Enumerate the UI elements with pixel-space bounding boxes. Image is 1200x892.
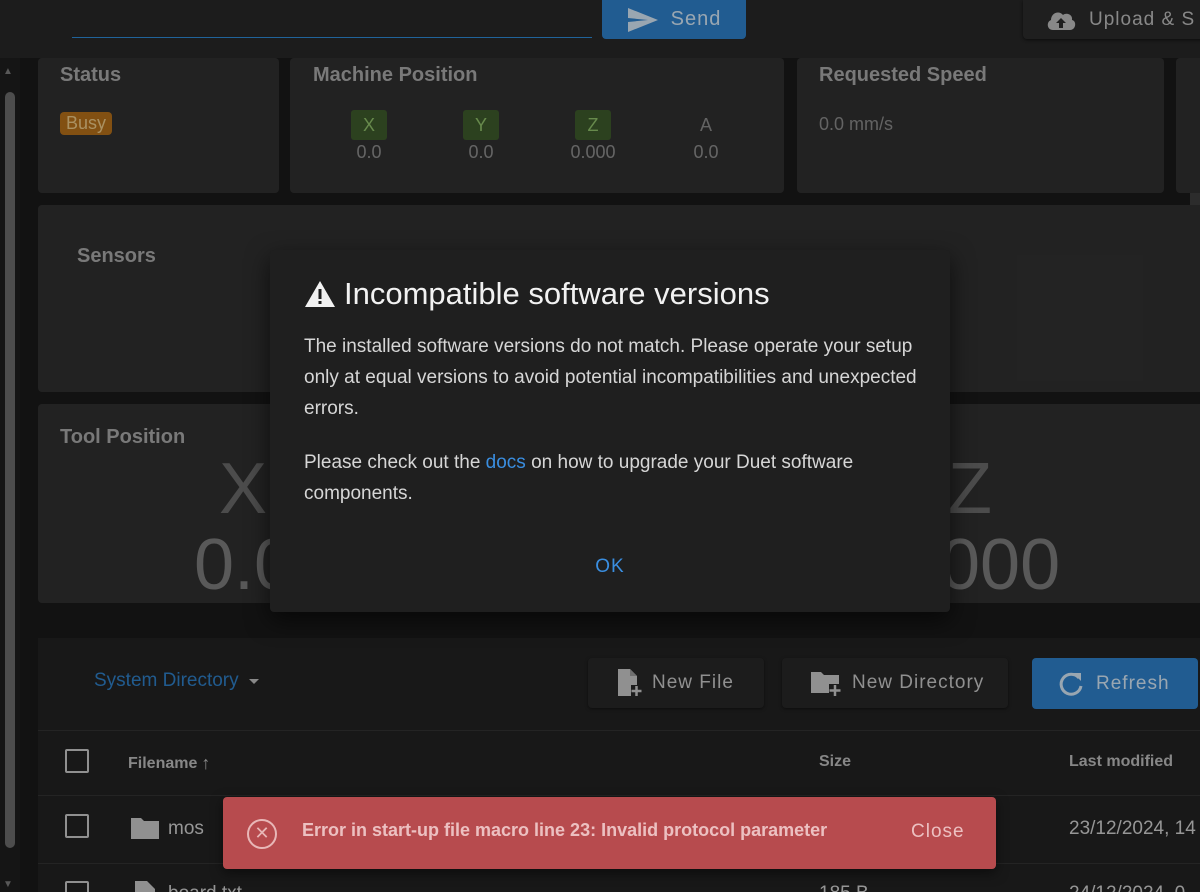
close-circle-icon: ✕ (247, 819, 277, 849)
error-message: Error in start-up file macro line 23: In… (302, 820, 828, 840)
docs-text-before: Please check out the (304, 452, 486, 473)
warning-icon (305, 281, 335, 307)
dialog-title-text: Incompatible software versions (344, 276, 770, 311)
error-snackbar: ✕ Error in start-up file macro line 23: … (223, 797, 996, 869)
dialog-message: The installed software versions do not m… (304, 336, 917, 419)
snackbar-close-button[interactable]: Close (911, 821, 965, 843)
dialog-title: Incompatible software versions (304, 276, 770, 312)
docs-link[interactable]: docs (486, 452, 526, 473)
incompatible-versions-dialog: Incompatible software versions The insta… (270, 250, 950, 612)
ok-button[interactable]: OK (580, 556, 640, 578)
dialog-docs-message: Please check out the docs on how to upgr… (304, 447, 924, 509)
